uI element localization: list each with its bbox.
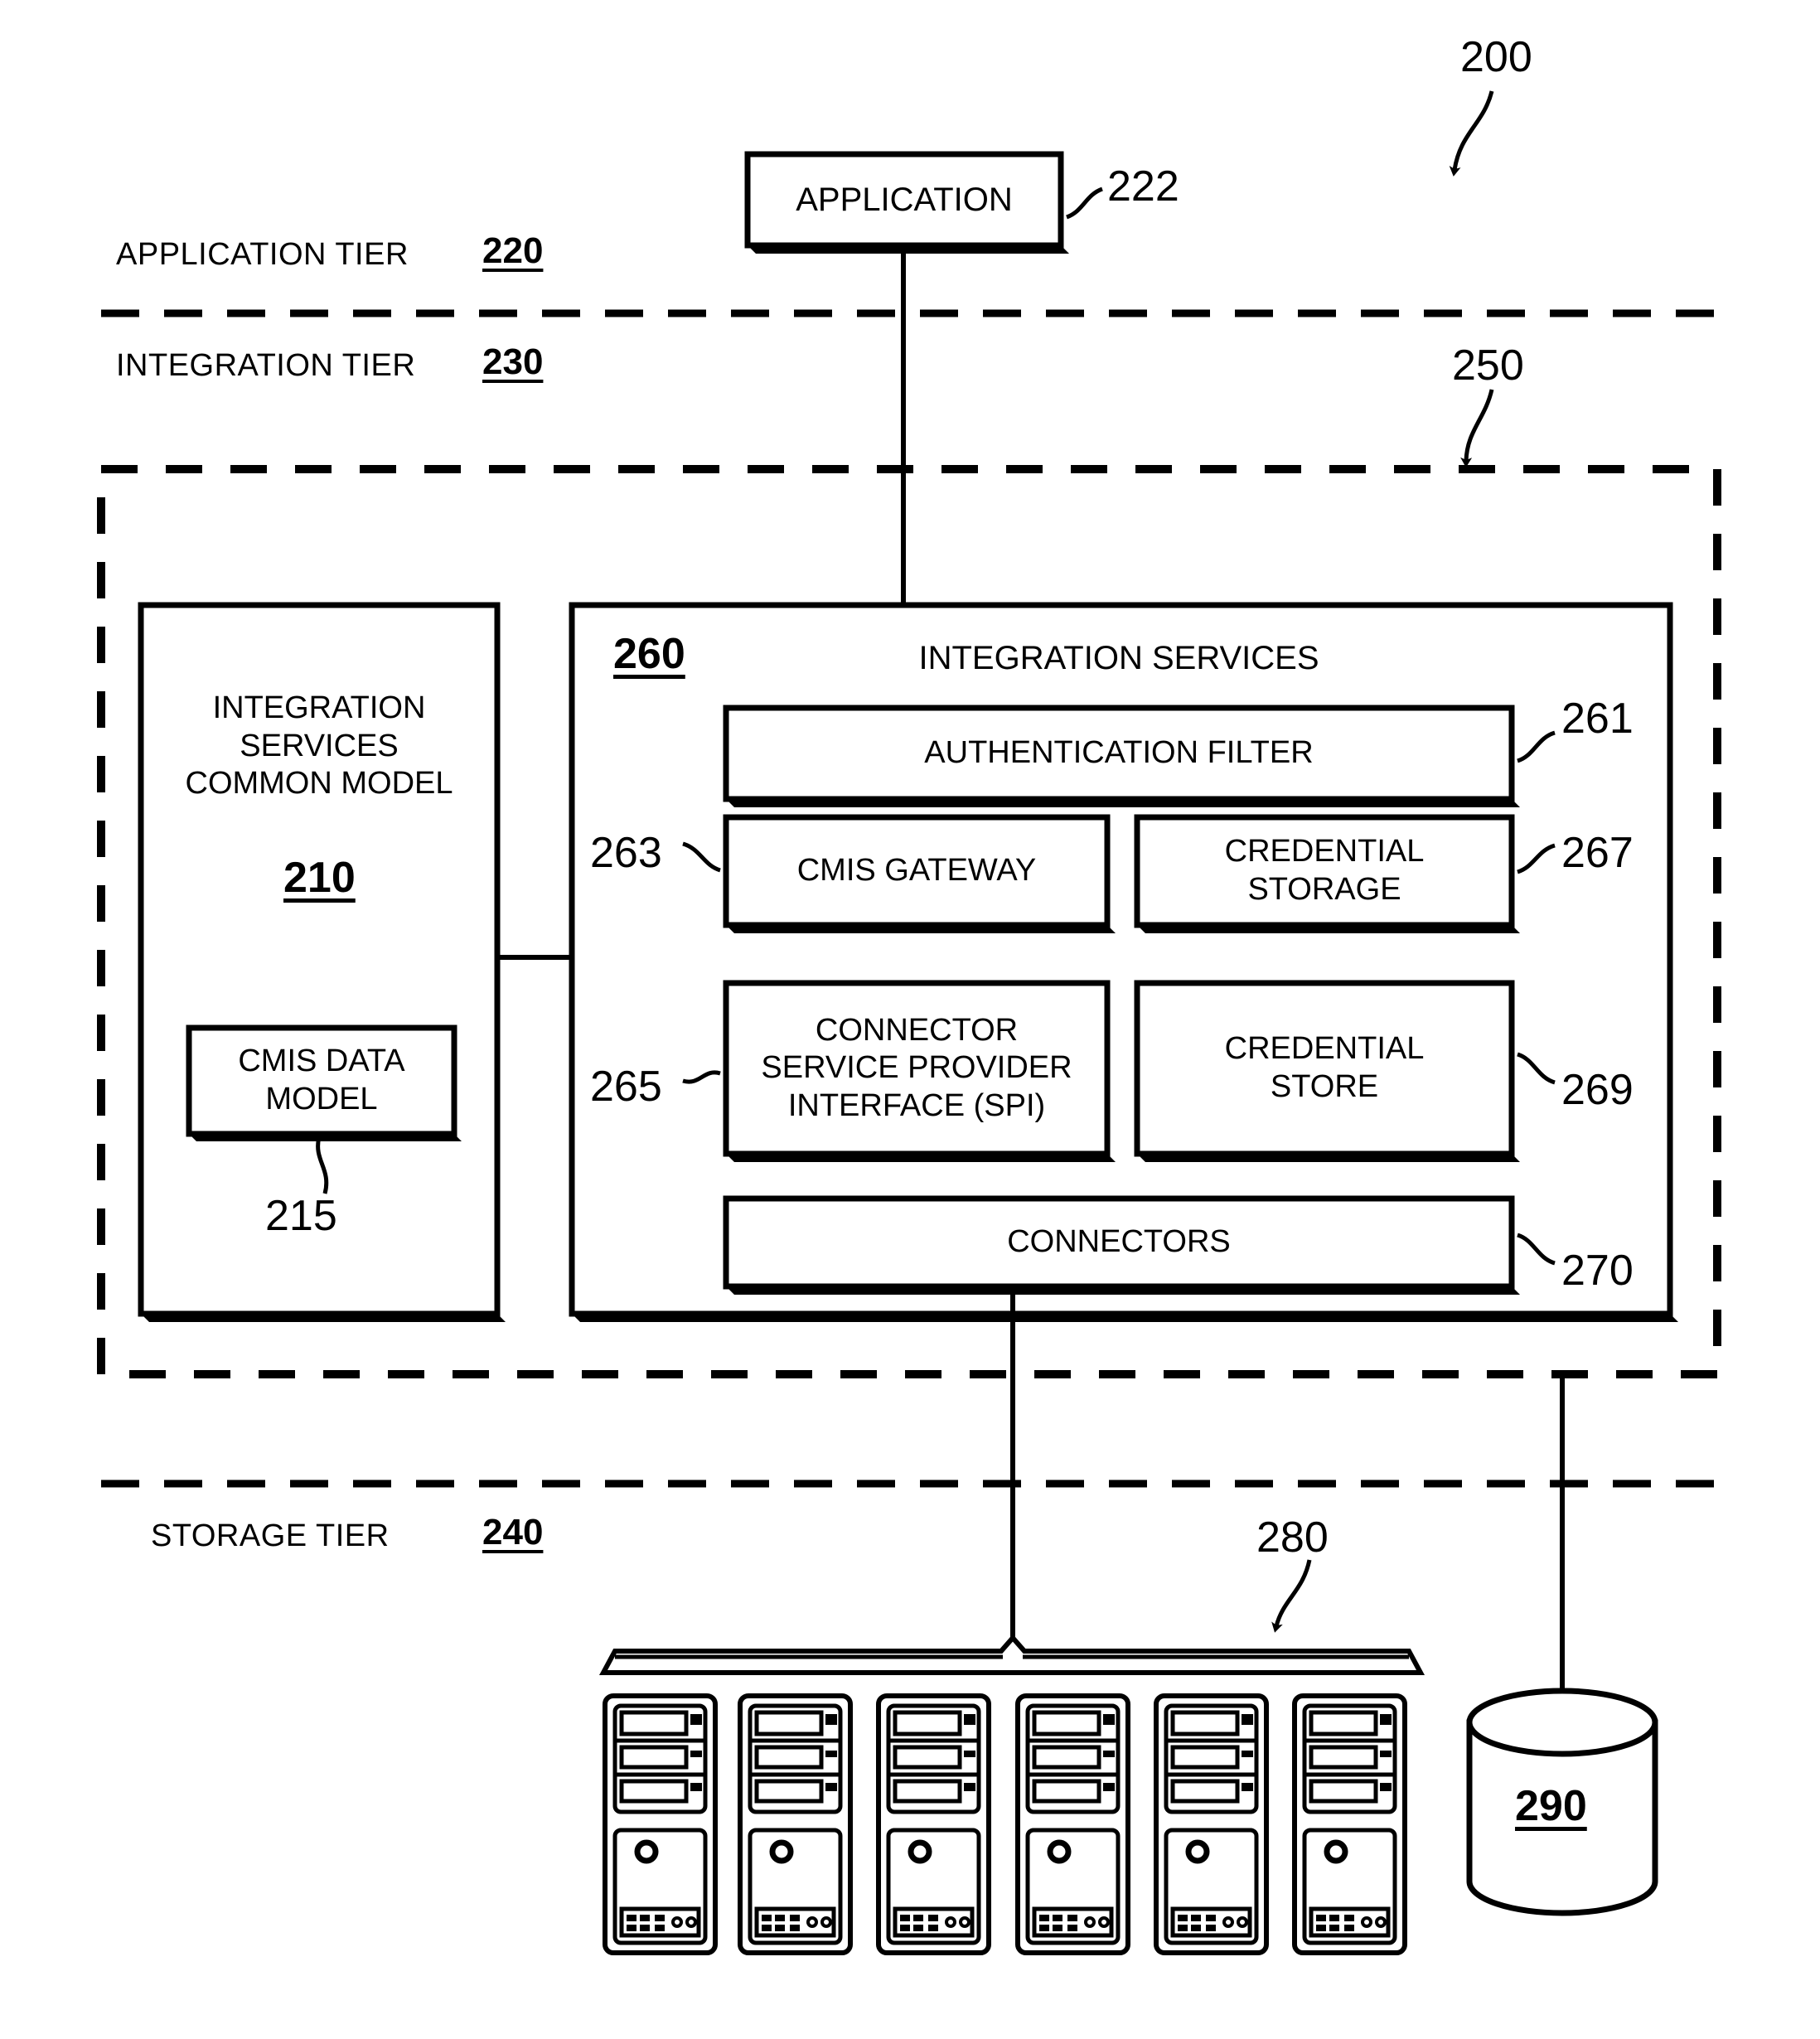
connector-spi-shadow [726,1154,1116,1162]
application-box-label[interactable]: APPLICATION [748,154,1061,245]
cmis-gateway-shadow [726,925,1116,933]
ref-250-leader [1460,389,1494,467]
ref-263-leader [682,841,721,873]
ref-280-leader [1271,1559,1312,1633]
connector-spi-label[interactable]: CONNECTOR SERVICE PROVIDER INTERFACE (SP… [726,983,1107,1154]
integration-services-box-shadow [572,1314,1678,1322]
connectors-shadow [726,1286,1520,1295]
tier-ref-application: 220 [482,230,544,271]
database-top-ellipse [1466,1688,1658,1757]
integration-services-title: INTEGRATION SERVICES [918,640,1319,676]
server-tower [738,1693,853,1955]
cmis-data-model-label[interactable]: CMIS DATA MODEL [189,1028,454,1134]
tier-ref-integration: 230 [482,341,544,382]
application-box-shadow [748,245,1069,254]
server-tower [1292,1693,1407,1955]
credential-store-label[interactable]: CREDENTIAL STORE [1137,983,1512,1154]
tier-label-storage: STORAGE TIER [151,1518,390,1553]
ref-267-leader [1517,843,1556,874]
ref-270: 270 [1561,1247,1634,1295]
common-model-box-shadow [141,1314,506,1322]
ref-215: 215 [265,1192,337,1240]
ref-260: 260 [613,630,685,678]
ref-265: 265 [590,1063,662,1111]
authentication-filter-label[interactable]: AUTHENTICATION FILTER [726,708,1512,799]
ref-222: 222 [1107,162,1179,211]
figure-ref-arrow [1449,90,1494,177]
ref-265-leader [682,1070,721,1084]
credential-storage-shadow [1137,925,1520,933]
server-tower [603,1693,718,1955]
common-model-label: INTEGRATION SERVICES COMMON MODEL [185,690,453,802]
ref-210: 210 [283,854,356,902]
cmis-gateway-label[interactable]: CMIS GATEWAY [726,817,1107,925]
connectors-label[interactable]: CONNECTORS [726,1199,1512,1286]
credential-store-shadow [1137,1154,1520,1162]
authentication-filter-shadow [726,799,1520,807]
credential-storage-label[interactable]: CREDENTIAL STORAGE [1137,817,1512,925]
tier-ref-storage: 240 [482,1512,544,1552]
rack-top-bar [598,1634,1426,1675]
figure-ref-number: 200 [1460,33,1532,81]
ref-250: 250 [1452,341,1524,390]
server-rack-group [598,1634,1426,1955]
server-tower [1154,1693,1269,1955]
ref-280: 280 [1256,1514,1329,1562]
ref-269: 269 [1561,1066,1634,1114]
ref-290: 290 [1515,1782,1587,1830]
server-tower [876,1693,991,1955]
ref-215-leader [316,1136,329,1194]
ref-267: 267 [1561,829,1634,877]
tier-label-application: APPLICATION TIER [116,237,409,272]
ref-270-leader [1517,1233,1556,1266]
ref-263: 263 [590,829,662,877]
ref-261: 261 [1561,695,1634,743]
cmis-data-model-box-shadow [189,1134,462,1141]
server-tower [1015,1693,1130,1955]
ref-269-leader [1517,1052,1556,1085]
tier-label-integration: INTEGRATION TIER [116,348,416,383]
patent-figure-canvas: 200 APPLICATION TIER 220 INTEGRATION TIE… [0,0,1820,2039]
ref-261-leader [1517,730,1556,763]
ref-222-leader [1065,186,1104,220]
